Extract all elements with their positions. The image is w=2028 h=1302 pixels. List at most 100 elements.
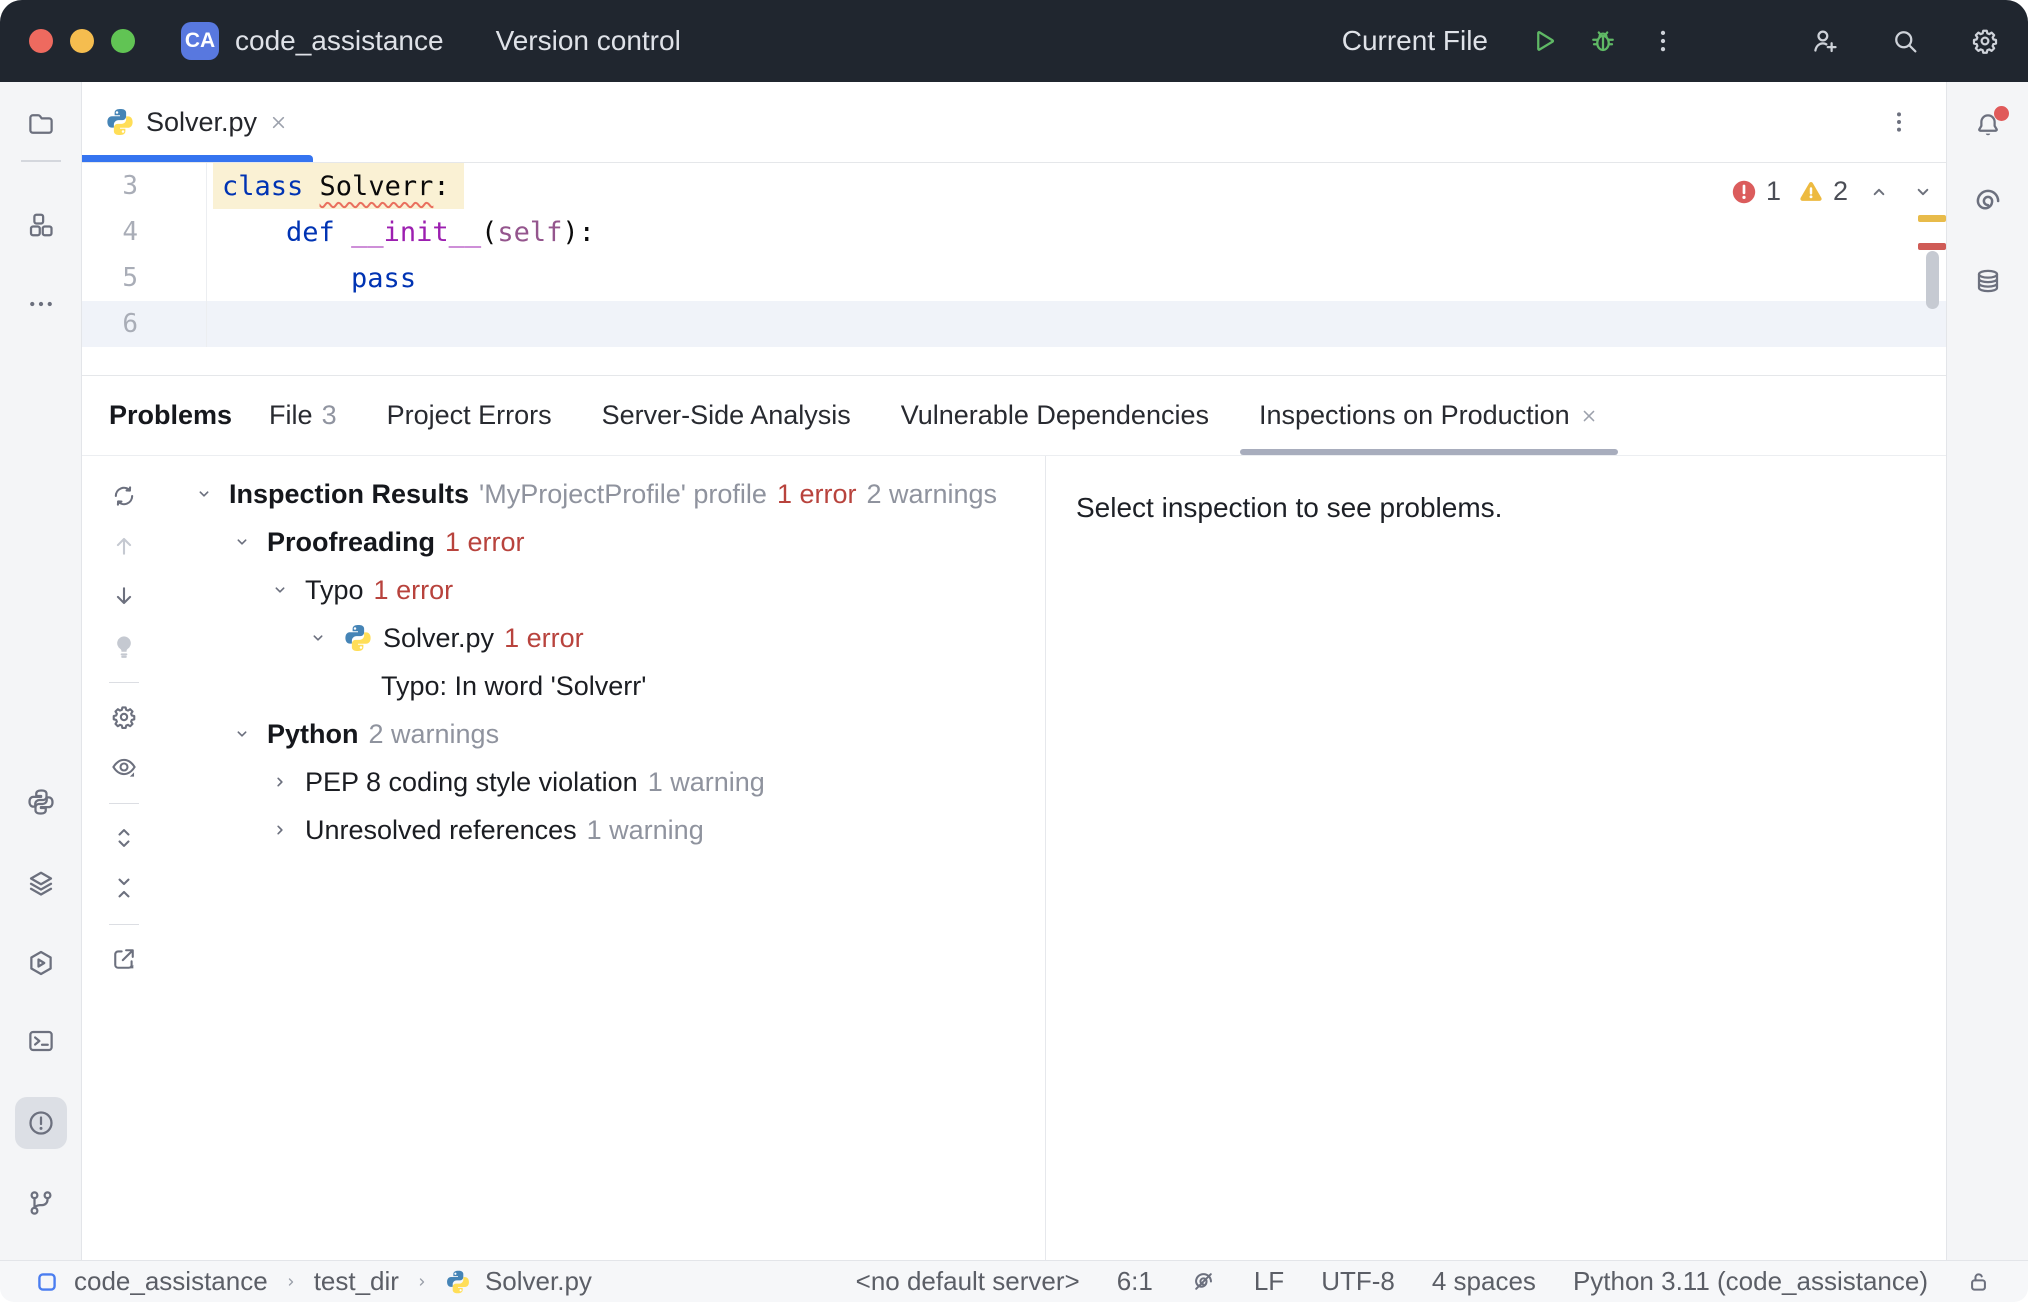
warning-count[interactable]: 2 (1833, 176, 1848, 207)
problems-tab-inspections-on-production[interactable]: Inspections on Production (1234, 376, 1624, 455)
code-token: Solverr (320, 171, 434, 202)
tree-row[interactable]: Typo1 error (166, 566, 1045, 614)
close-window-button[interactable] (29, 29, 53, 53)
export-icon[interactable] (104, 939, 144, 979)
problems-tab-project-errors[interactable]: Project Errors (362, 376, 577, 455)
status-widget[interactable]: UTF-8 (1321, 1266, 1395, 1297)
status-widget[interactable]: 6:1 (1117, 1266, 1153, 1297)
notifications-bell-icon[interactable] (1962, 101, 2014, 153)
toolbar-divider (109, 924, 139, 925)
tree-text-segment: 2 warnings (866, 479, 997, 510)
git-branch-icon[interactable] (15, 1177, 67, 1229)
error-count[interactable]: 1 (1766, 176, 1781, 207)
prev-problem-chevron-up-icon[interactable] (1866, 179, 1892, 205)
database-icon[interactable] (1962, 255, 2014, 307)
problems-tab-vulnerable-dependencies[interactable]: Vulnerable Dependencies (876, 376, 1234, 455)
add-user-icon[interactable] (1808, 24, 1842, 58)
problems-icon[interactable] (15, 1097, 67, 1149)
tab-label: Server-Side Analysis (602, 400, 851, 431)
expand-all-icon[interactable] (104, 818, 144, 858)
editor-tab-solver[interactable]: Solver.py (82, 82, 313, 162)
line-number: 3 (82, 163, 207, 209)
structure-icon[interactable] (15, 199, 67, 251)
chevron-down-icon[interactable] (193, 483, 215, 505)
breadcrumb-item[interactable]: test_dir (314, 1266, 399, 1297)
stripe-divider (21, 160, 61, 162)
code-line-content: def __init__(self): (207, 209, 1946, 255)
problems-toolwindow: Problems File3Project Errors Server-Side … (82, 376, 1946, 1260)
project-name: code_assistance (235, 25, 444, 57)
close-icon[interactable] (1579, 406, 1599, 426)
tree-row[interactable]: Inspection Results'MyProjectProfile' pro… (166, 470, 1045, 518)
code-line-content: class Solverr: (207, 163, 1946, 209)
chevron-right-icon[interactable] (269, 771, 291, 793)
next-problem-chevron-down-icon[interactable] (1910, 179, 1936, 205)
breadcrumb-item[interactable]: Solver.py (485, 1266, 592, 1297)
editor-scrollbar[interactable] (1926, 251, 1939, 309)
code-token: def (286, 217, 351, 248)
breadcrumb-item[interactable]: code_assistance (74, 1266, 268, 1297)
warning-badge-icon[interactable] (1797, 178, 1825, 206)
chevron-down-icon[interactable] (231, 723, 253, 745)
problems-title[interactable]: Problems (109, 400, 232, 431)
highlighting-off-icon[interactable] (1190, 1268, 1217, 1295)
tree-text-segment: 2 warnings (369, 719, 500, 750)
tree-row[interactable]: Proofreading1 error (166, 518, 1045, 566)
run-config-selector[interactable]: Current File (1342, 25, 1498, 57)
tree-text-segment: 1 error (374, 575, 454, 606)
tab-options-kebab-icon[interactable] (1882, 105, 1916, 139)
vcs-selector[interactable]: Version control (496, 25, 691, 57)
unlocked-icon[interactable] (1965, 1268, 1992, 1295)
arrow-up-icon[interactable] (104, 526, 144, 566)
error-badge-icon[interactable] (1730, 178, 1758, 206)
titlebar-actions: Current File (1342, 24, 2028, 58)
problems-tab-file[interactable]: File3 (244, 376, 362, 455)
chevron-down-icon[interactable] (231, 531, 253, 553)
tree-row[interactable]: Python2 warnings (166, 710, 1045, 758)
gear-icon[interactable] (104, 697, 144, 737)
project-selector[interactable]: code_assistance (235, 25, 454, 57)
services-icon[interactable] (15, 937, 67, 989)
status-widget[interactable]: Python 3.11 (code_assistance) (1573, 1266, 1928, 1297)
preview-eye-icon[interactable] (104, 747, 144, 787)
minimize-window-button[interactable] (70, 29, 94, 53)
error-stripe-mark[interactable] (1918, 243, 1946, 250)
problems-tab-server-side-analysis[interactable]: Server-Side Analysis (577, 376, 876, 455)
tree-row[interactable]: Solver.py1 error (166, 614, 1045, 662)
tree-row[interactable]: Unresolved references1 warning (166, 806, 1045, 854)
chevron-down-icon[interactable] (269, 579, 291, 601)
status-widget[interactable]: LF (1254, 1266, 1284, 1297)
project-folder-icon[interactable] (15, 98, 67, 150)
ai-assistant-icon[interactable] (1962, 175, 2014, 227)
chevron-right-icon[interactable] (269, 819, 291, 841)
arrow-down-icon[interactable] (104, 576, 144, 616)
search-icon[interactable] (1888, 24, 1922, 58)
debug-icon[interactable] (1586, 24, 1620, 58)
tree-row[interactable]: PEP 8 coding style violation1 warning (166, 758, 1045, 806)
code-token: ): (562, 217, 595, 248)
tree-text-segment: Inspection Results (229, 479, 469, 510)
bulb-icon[interactable] (104, 626, 144, 666)
chevron-down-icon[interactable] (307, 627, 329, 649)
run-icon[interactable] (1526, 24, 1560, 58)
collapse-all-icon[interactable] (104, 868, 144, 908)
settings-gear-icon[interactable] (1968, 24, 2002, 58)
zoom-window-button[interactable] (111, 29, 135, 53)
kebab-menu-icon[interactable] (1646, 24, 1680, 58)
tree-text-segment: PEP 8 coding style violation (305, 767, 638, 798)
status-widget[interactable]: <no default server> (856, 1266, 1080, 1297)
terminal-icon[interactable] (15, 1015, 67, 1067)
more-tools-icon[interactable] (15, 278, 67, 330)
refresh-icon[interactable] (104, 476, 144, 516)
problems-tabbar: Problems File3Project Errors Server-Side … (82, 376, 1946, 456)
python-icon (343, 623, 373, 653)
status-widget[interactable]: 4 spaces (1432, 1266, 1536, 1297)
packages-layers-icon[interactable] (15, 857, 67, 909)
python-packages-icon[interactable] (15, 776, 67, 828)
tree-row[interactable]: Typo: In word 'Solverr' (166, 662, 1045, 710)
warning-stripe-mark[interactable] (1918, 215, 1946, 222)
statusbar-widgets: <no default server> 6:1 LF UTF-8 4 spaces Pyt… (856, 1266, 2028, 1297)
code-editor[interactable]: 3class Solverr:4 def __init__(self):5 pa… (82, 163, 1946, 376)
code-token: pass (351, 263, 416, 294)
close-icon[interactable] (268, 112, 289, 133)
